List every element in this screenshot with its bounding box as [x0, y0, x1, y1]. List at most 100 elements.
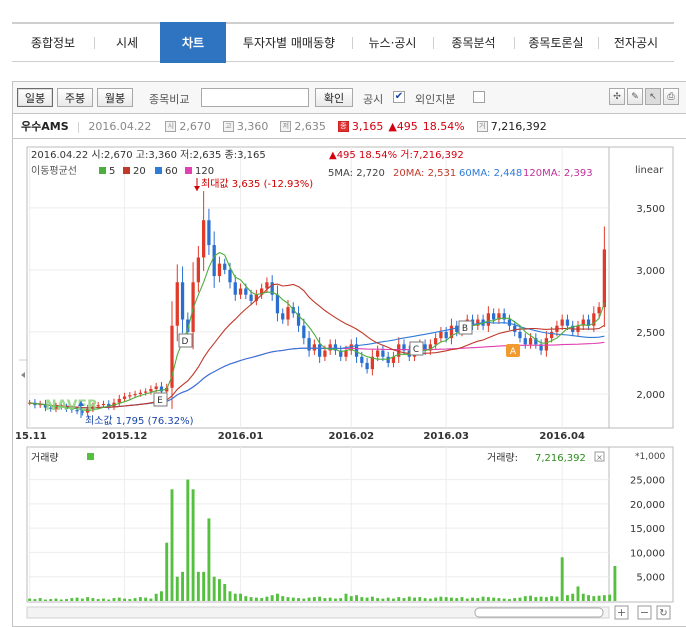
tab-investor-trend[interactable]: 투자자별 매매동향	[226, 24, 352, 62]
volume-bar	[428, 598, 432, 601]
volume-bar	[450, 597, 453, 601]
candle	[180, 282, 185, 320]
volume-tick-label: 10,000	[630, 548, 665, 559]
candle	[597, 307, 601, 314]
candle	[196, 257, 200, 283]
disclosure-label: 공시	[363, 93, 384, 106]
volume-bar	[481, 596, 485, 601]
volume-bar	[376, 598, 380, 601]
ma20-value: 20MA: 2,531	[393, 168, 456, 179]
price-info-bar: 우수AMS | 2016.04.22 시 2,670 고 3,360 저 2,6…	[12, 113, 686, 139]
volume-bar	[138, 597, 142, 601]
volume-bar	[544, 597, 548, 601]
weekly-button[interactable]: 주봉	[57, 88, 93, 107]
candle	[323, 350, 327, 357]
compare-label: 종목비교	[149, 93, 190, 106]
candle	[144, 391, 148, 393]
date-tick-label: 2016.04	[539, 431, 585, 442]
stock-chart[interactable]: 2,000 2,500 3,000 3,500 5,000 10,000 15,000 20…	[13, 139, 686, 625]
volume-bar	[223, 584, 227, 601]
pencil-icon[interactable]: ✎	[627, 88, 643, 105]
foreign-share-checkbox[interactable]	[473, 91, 485, 103]
volume-bar	[360, 597, 364, 601]
candle	[244, 288, 248, 295]
chart-header-ohlc: 2016.04.22 시:2,670 고:3,360 저:2,635 종:3,1…	[31, 149, 266, 161]
volume-bar	[254, 597, 258, 601]
candle	[217, 263, 222, 277]
candle	[602, 249, 606, 308]
candle	[312, 344, 316, 351]
monthly-button[interactable]: 월봉	[97, 88, 133, 107]
volume-tick-label: 5,000	[636, 573, 665, 584]
tab-chart[interactable]: 차트	[160, 21, 226, 63]
volume-bar	[555, 596, 559, 601]
svg-text:E: E	[157, 396, 163, 406]
volume-bar	[402, 598, 406, 601]
volume-multiplier: *1,000	[635, 452, 666, 462]
volume-bar	[576, 586, 580, 601]
confirm-button[interactable]: 확인	[315, 88, 353, 107]
volume-bar	[307, 597, 311, 601]
volume-bar	[365, 597, 369, 601]
candle	[376, 350, 380, 357]
volume-panel	[26, 446, 610, 603]
volume-bar	[297, 598, 300, 601]
disclosure-checkbox[interactable]: ✔	[393, 91, 405, 103]
volume-bar	[476, 598, 480, 601]
cursor-icon[interactable]: ↖	[645, 88, 661, 105]
volume-bar	[207, 518, 211, 601]
chart-scroll-thumb[interactable]	[474, 607, 604, 618]
volume-bar	[328, 597, 332, 601]
volume-bar	[165, 542, 169, 601]
volume-bar	[392, 598, 395, 601]
marker-e: E	[153, 392, 168, 407]
svg-text:↻: ↻	[659, 608, 667, 619]
volume-bar	[597, 595, 601, 601]
tab-e-disclosure[interactable]: 전자공시	[598, 24, 674, 62]
stock-name: 우수AMS	[21, 120, 69, 133]
volume-bar	[355, 595, 358, 601]
volume-bar	[502, 598, 506, 601]
candle	[518, 331, 522, 339]
volume-bar	[270, 595, 274, 601]
candle	[386, 356, 390, 363]
candle	[238, 288, 243, 295]
tab-price[interactable]: 시세	[94, 24, 160, 62]
daily-button[interactable]: 일봉	[17, 88, 53, 107]
volume-bar	[550, 596, 554, 601]
volume-bar	[592, 596, 596, 601]
price-axis-panel	[608, 146, 674, 429]
price-panel	[26, 146, 610, 429]
scroll-left-arrow-icon[interactable]	[21, 372, 25, 378]
volume-bar	[196, 571, 200, 601]
candle	[344, 350, 348, 357]
svg-text:+: +	[617, 606, 626, 619]
print-icon[interactable]: ⎙	[663, 88, 679, 105]
candle	[444, 331, 448, 339]
marker-a: A	[506, 344, 520, 357]
svg-text:C: C	[413, 345, 419, 355]
volume-swatch	[87, 453, 94, 460]
candle	[101, 403, 106, 406]
tab-news-disclosure[interactable]: 뉴스·공시	[352, 24, 433, 62]
tab-analysis[interactable]: 종목분석	[433, 24, 514, 62]
volume-bar	[33, 599, 37, 601]
candle	[544, 338, 548, 351]
candle	[128, 395, 132, 397]
crosshair-icon[interactable]: ✣	[609, 88, 625, 105]
price-change-pct: 18.54%	[422, 119, 465, 133]
candle	[207, 220, 211, 246]
volume-bar	[587, 595, 590, 601]
volume-bar	[281, 596, 285, 601]
volume-bar	[523, 596, 527, 601]
ma120-value: 120MA: 2,393	[523, 168, 593, 179]
low-badge: 저	[280, 120, 292, 132]
tab-discussion[interactable]: 종목토론실	[514, 24, 598, 62]
compare-input[interactable]	[201, 88, 309, 107]
svg-text:−: −	[640, 606, 649, 619]
volume-bar	[486, 597, 490, 601]
open-badge: 시	[165, 120, 177, 132]
tab-summary[interactable]: 종합정보	[12, 24, 94, 62]
volume-bar	[602, 595, 606, 601]
volume-bar	[239, 593, 242, 601]
